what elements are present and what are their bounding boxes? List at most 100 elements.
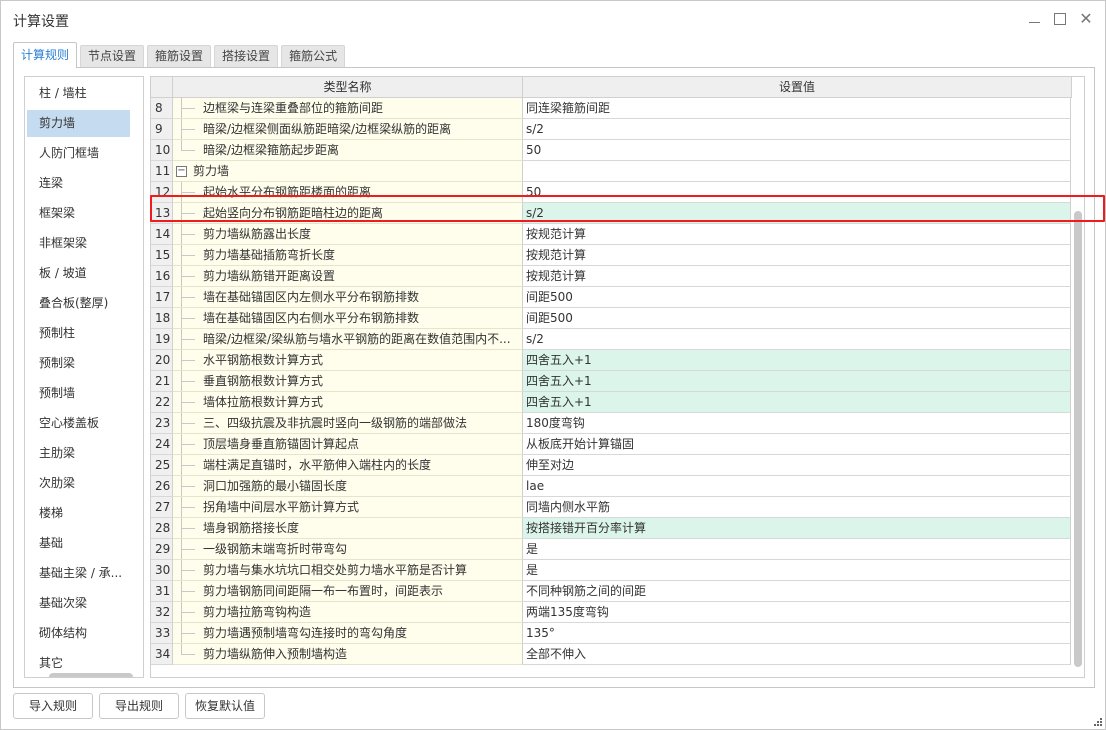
close-icon[interactable]: ✕ bbox=[1075, 9, 1097, 29]
row-number: 10 bbox=[151, 140, 173, 161]
table-row[interactable]: 25 端柱满足直锚时，水平筋伸入端柱内的长度 伸至对边 bbox=[151, 455, 1072, 476]
setting-value-cell[interactable]: 按规范计算 bbox=[523, 245, 1071, 266]
component-list-hscrollbar[interactable] bbox=[49, 673, 133, 677]
sidebar-item[interactable]: 非框架梁 bbox=[27, 230, 130, 257]
sidebar-item[interactable]: 预制梁 bbox=[27, 350, 130, 377]
minimize-button[interactable] bbox=[1023, 9, 1045, 29]
setting-value-cell[interactable]: 50 bbox=[523, 182, 1071, 203]
setting-value-cell[interactable]: 四舍五入+1 bbox=[523, 350, 1071, 371]
setting-value-cell[interactable]: 全部不伸入 bbox=[523, 644, 1071, 665]
setting-name: 墙在基础锚固区内左侧水平分布钢筋排数 bbox=[203, 290, 420, 304]
setting-name-cell: 剪力墙纵筋伸入预制墙构造 bbox=[173, 644, 523, 665]
table-row[interactable]: 18 墙在基础锚固区内右侧水平分布钢筋排数 间距500 bbox=[151, 308, 1072, 329]
column-header-value[interactable]: 设置值 bbox=[523, 77, 1072, 98]
setting-value-cell[interactable]: 四舍五入+1 bbox=[523, 392, 1071, 413]
table-row[interactable]: 14 剪力墙纵筋露出长度 按规范计算 bbox=[151, 224, 1072, 245]
table-row[interactable]: 23 三、四级抗震及非抗震时竖向一级钢筋的端部做法 180度弯钩 bbox=[151, 413, 1072, 434]
table-row[interactable]: 32 剪力墙拉筋弯钩构造 两端135度弯钩 bbox=[151, 602, 1072, 623]
sidebar-item[interactable]: 预制柱 bbox=[27, 320, 130, 347]
table-row[interactable]: 10 暗梁/边框梁箍筋起步距离 50 bbox=[151, 140, 1072, 161]
sidebar-item[interactable]: 连梁 bbox=[27, 170, 130, 197]
setting-name: 起始水平分布钢筋距楼面的距离 bbox=[203, 185, 372, 199]
tab-4[interactable]: 箍筋公式 bbox=[281, 45, 346, 67]
export-rules-button[interactable]: 导出规则 bbox=[99, 693, 179, 719]
grid-vscrollbar[interactable] bbox=[1074, 211, 1082, 667]
table-row[interactable]: 13 起始竖向分布钢筋距暗柱边的距离 s/2 bbox=[151, 203, 1072, 224]
sidebar-item[interactable]: 砌体结构 bbox=[27, 620, 130, 647]
setting-value-cell[interactable]: 按规范计算 bbox=[523, 266, 1071, 287]
setting-value-cell[interactable]: s/2 bbox=[523, 203, 1071, 224]
setting-value-cell[interactable]: 135° bbox=[523, 623, 1071, 644]
sidebar-item[interactable]: 楼梯 bbox=[27, 500, 130, 527]
setting-value-cell[interactable]: 不同种钢筋之间的间距 bbox=[523, 581, 1071, 602]
setting-value-cell[interactable]: 是 bbox=[523, 560, 1071, 581]
table-row[interactable]: 28 墙身钢筋搭接长度 按搭接错开百分率计算 bbox=[151, 518, 1072, 539]
table-row[interactable]: 22 墙体拉筋根数计算方式 四舍五入+1 bbox=[151, 392, 1072, 413]
sidebar-item[interactable]: 预制墙 bbox=[27, 380, 130, 407]
setting-value-cell[interactable]: 伸至对边 bbox=[523, 455, 1071, 476]
tab-1[interactable]: 节点设置 bbox=[80, 45, 145, 67]
table-row[interactable]: 19 暗梁/边框梁/梁纵筋与墙水平钢筋的距离在数值范围内不... s/2 bbox=[151, 329, 1072, 350]
setting-value-cell[interactable]: s/2 bbox=[523, 119, 1071, 140]
setting-value-cell[interactable]: 180度弯钩 bbox=[523, 413, 1071, 434]
table-row[interactable]: 34 剪力墙纵筋伸入预制墙构造 全部不伸入 bbox=[151, 644, 1072, 665]
sidebar-item[interactable]: 叠合板(整厚) bbox=[27, 290, 130, 317]
setting-name-cell: 剪力墙纵筋露出长度 bbox=[173, 224, 523, 245]
collapse-icon[interactable]: − bbox=[176, 166, 187, 177]
table-row[interactable]: 17 墙在基础锚固区内左侧水平分布钢筋排数 间距500 bbox=[151, 287, 1072, 308]
setting-value-cell[interactable]: 两端135度弯钩 bbox=[523, 602, 1071, 623]
table-row[interactable]: 12 起始水平分布钢筋距楼面的距离 50 bbox=[151, 182, 1072, 203]
sidebar-item[interactable]: 板 / 坡道 bbox=[27, 260, 130, 287]
tab-0[interactable]: 计算规则 bbox=[13, 42, 78, 68]
setting-value-cell[interactable]: 按规范计算 bbox=[523, 224, 1071, 245]
setting-value-cell[interactable]: 按搭接错开百分率计算 bbox=[523, 518, 1071, 539]
resize-grip-icon[interactable] bbox=[1094, 718, 1104, 728]
table-row[interactable]: 20 水平钢筋根数计算方式 四舍五入+1 bbox=[151, 350, 1072, 371]
table-row[interactable]: 8 边框梁与连梁重叠部位的箍筋间距 同连梁箍筋间距 bbox=[151, 98, 1072, 119]
setting-name: 洞口加强筋的最小锚固长度 bbox=[203, 479, 348, 493]
table-row[interactable]: 33 剪力墙遇预制墙弯勾连接时的弯勾角度 135° bbox=[151, 623, 1072, 644]
setting-value-cell[interactable]: 从板底开始计算锚固 bbox=[523, 434, 1071, 455]
setting-name: 剪力墙基础插筋弯折长度 bbox=[203, 248, 336, 262]
sidebar-item[interactable]: 主肋梁 bbox=[27, 440, 130, 467]
sidebar-item[interactable]: 次肋梁 bbox=[27, 470, 130, 497]
restore-defaults-button[interactable]: 恢复默认值 bbox=[185, 693, 265, 719]
table-row[interactable]: 27 拐角墙中间层水平筋计算方式 同墙内侧水平筋 bbox=[151, 497, 1072, 518]
sidebar-item[interactable]: 基础主梁 / 承... bbox=[27, 560, 130, 587]
maximize-button[interactable] bbox=[1049, 9, 1071, 29]
sidebar-item[interactable]: 空心楼盖板 bbox=[27, 410, 130, 437]
table-row[interactable]: 15 剪力墙基础插筋弯折长度 按规范计算 bbox=[151, 245, 1072, 266]
table-row[interactable]: 29 一级钢筋末端弯折时带弯勾 是 bbox=[151, 539, 1072, 560]
column-header-name[interactable]: 类型名称 bbox=[173, 77, 523, 98]
setting-value-cell[interactable]: 是 bbox=[523, 539, 1071, 560]
sidebar-item[interactable]: 基础 bbox=[27, 530, 130, 557]
setting-value-cell[interactable]: 同连梁箍筋间距 bbox=[523, 98, 1071, 119]
table-row[interactable]: 26 洞口加强筋的最小锚固长度 lae bbox=[151, 476, 1072, 497]
table-row[interactable]: 21 垂直钢筋根数计算方式 四舍五入+1 bbox=[151, 371, 1072, 392]
component-list-vscrollbar[interactable] bbox=[143, 99, 144, 629]
tree-line bbox=[181, 654, 195, 655]
sidebar-item[interactable]: 人防门框墙 bbox=[27, 140, 130, 167]
sidebar-item[interactable]: 框架梁 bbox=[27, 200, 130, 227]
table-row[interactable]: 31 剪力墙钢筋同间距隔一布一布置时，间距表示 不同种钢筋之间的间距 bbox=[151, 581, 1072, 602]
tab-2[interactable]: 箍筋设置 bbox=[147, 45, 212, 67]
table-row[interactable]: 24 顶层墙身垂直筋锚固计算起点 从板底开始计算锚固 bbox=[151, 434, 1072, 455]
sidebar-item[interactable]: 基础次梁 bbox=[27, 590, 130, 617]
setting-value-cell[interactable]: 间距500 bbox=[523, 287, 1071, 308]
table-row[interactable]: 30 剪力墙与集水坑坑口相交处剪力墙水平筋是否计算 是 bbox=[151, 560, 1072, 581]
setting-value-cell[interactable]: 四舍五入+1 bbox=[523, 371, 1071, 392]
setting-value-cell[interactable]: lae bbox=[523, 476, 1071, 497]
tab-3[interactable]: 搭接设置 bbox=[214, 45, 279, 67]
setting-value-cell[interactable]: 同墙内侧水平筋 bbox=[523, 497, 1071, 518]
tree-line bbox=[181, 297, 195, 298]
import-rules-button[interactable]: 导入规则 bbox=[13, 693, 93, 719]
table-row[interactable]: 16 剪力墙纵筋错开距离设置 按规范计算 bbox=[151, 266, 1072, 287]
table-row[interactable]: 9 暗梁/边框梁侧面纵筋距暗梁/边框梁纵筋的距离 s/2 bbox=[151, 119, 1072, 140]
sidebar-item[interactable]: 柱 / 墙柱 bbox=[27, 80, 130, 107]
tree-line bbox=[181, 234, 195, 235]
setting-value-cell[interactable]: 50 bbox=[523, 140, 1071, 161]
table-row[interactable]: 11− 剪力墙 bbox=[151, 161, 1072, 182]
setting-value-cell[interactable]: s/2 bbox=[523, 329, 1071, 350]
sidebar-item[interactable]: 剪力墙 bbox=[27, 110, 130, 137]
setting-value-cell[interactable]: 间距500 bbox=[523, 308, 1071, 329]
